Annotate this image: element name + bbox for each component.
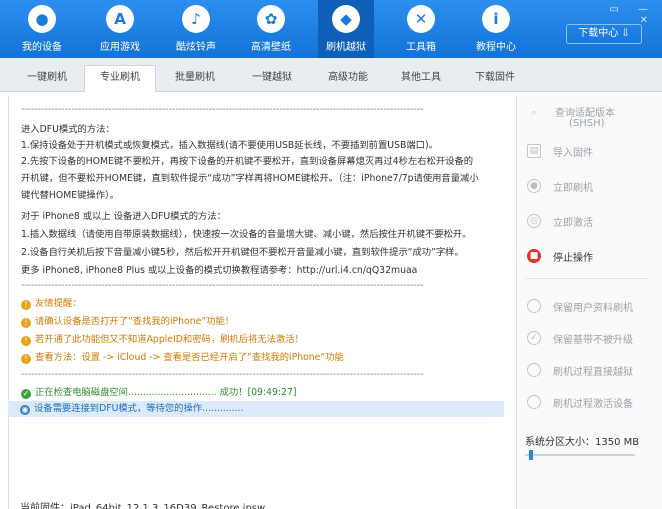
tip-text: 若开通了此功能但又不知道AppleID和密码，刷机后将无法激活！ [35, 334, 304, 345]
info-icon: i [482, 5, 510, 33]
option-label: 刷机过程直接越狱 [553, 367, 633, 378]
nav-apps-games[interactable]: A 应用游戏 [92, 0, 148, 58]
nav-label: 工具箱 [406, 42, 436, 53]
app-store-icon: A [106, 5, 134, 33]
current-firmware-label: 当前固件：iPad_64bit_12.1.3_16D39_Restore.ips… [20, 503, 266, 509]
flash-icon: ● [527, 179, 541, 193]
radio-icon [527, 395, 541, 409]
option-label: 保留用户资料刷机 [553, 303, 633, 314]
import-icon: ▤ [527, 144, 541, 158]
log-line: 开机键，但不要松开HOME键，直到软件提示“成功”字样再将HOME键松开。（注：… [21, 173, 479, 184]
nav-label: 应用游戏 [100, 42, 140, 53]
log-line: 1.插入数据线（请使用自带原装数据线），快速按一次设备的音量增大键、减小键，然后… [21, 229, 472, 240]
tip-text: 请确认设备是否打开了“查找我的iPhone”功能！ [35, 316, 235, 327]
option-keep-user-data[interactable]: 保留用户资料刷机 [525, 294, 657, 318]
nav-toolbox[interactable]: ✕ 工具箱 [393, 0, 449, 58]
flower-icon: ✿ [257, 5, 285, 33]
status-line-info: ◉ 设备需要连接到DFU模式，等待您的操作.............. [20, 403, 500, 415]
log-line: 更多 iPhone8, iPhone8 Plus 或以上设备的模式切换教程请参考… [21, 265, 418, 276]
tab-advanced[interactable]: 高级功能 [312, 66, 384, 92]
tip-text: 查看方法：设置 -> iCloud -> 查看是否已经开启了“查找我的iPhon… [35, 352, 344, 363]
top-navigation-bar: ● 我的设备 A 应用游戏 ♪ 酷炫铃声 ✿ 高清壁纸 ◆ 刷机越狱 ✕ 工具箱… [0, 0, 662, 58]
warning-icon: ! [21, 318, 31, 328]
tab-download-firmware[interactable]: 下载固件 [462, 66, 528, 92]
nav-label: 刷机越狱 [326, 42, 366, 53]
activate-icon: ◎ [527, 214, 541, 228]
log-line: 对于 iPhone8 或以上 设备进入DFU模式的方法： [21, 211, 226, 222]
import-firmware-label: 导入固件 [553, 148, 593, 159]
separator-line: ----------------------------------------… [21, 369, 424, 380]
tip-line: ! 友情提醒： [21, 298, 509, 310]
separator-line: ----------------------------------------… [21, 104, 424, 115]
tab-other-tools[interactable]: 其他工具 [388, 66, 454, 92]
tip-line: ! 查看方法：设置 -> iCloud -> 查看是否已经开启了“查找我的iPho… [21, 352, 509, 364]
nav-label: 我的设备 [22, 42, 62, 53]
nav-label: 酷炫铃声 [176, 42, 216, 53]
nav-wallpapers[interactable]: ✿ 高清壁纸 [243, 0, 299, 58]
warning-icon: ! [21, 336, 31, 346]
stop-button[interactable]: ■ 停止操作 [525, 244, 657, 268]
nav-label: 高清壁纸 [251, 42, 291, 53]
tip-line: ! 若开通了此功能但又不知道AppleID和密码，刷机后将无法激活！ [21, 334, 509, 346]
tab-one-click-jailbreak[interactable]: 一键越狱 [236, 66, 308, 92]
tip-text: 友情提醒： [35, 298, 82, 309]
slider-track [525, 454, 635, 456]
query-shsh-sublabel: (SHSH) [569, 118, 605, 129]
dropbox-icon: ◆ [332, 5, 360, 33]
tab-bar: 一键刷机 专业刷机 批量刷机 一键越狱 高级功能 其他工具 下载固件 [0, 58, 662, 93]
stop-icon: ■ [527, 249, 541, 263]
nav-flash-jailbreak[interactable]: ◆ 刷机越狱 [318, 0, 374, 58]
option-activate-during-flash[interactable]: 刷机过程激活设备 [525, 390, 657, 414]
divider [525, 278, 649, 279]
partition-size-slider[interactable] [525, 450, 635, 460]
bell-icon: ♪ [182, 5, 210, 33]
query-shsh-button[interactable]: ⌕ 查询适配版本 (SHSH) [525, 102, 657, 132]
status-text: 正在检查电脑磁盘空间..............................… [35, 387, 297, 398]
log-line: 2.设备自行关机后按下音量减小键5秒，然后松开开机键但不要松开音量减小键，直到软… [21, 247, 464, 258]
import-firmware-button[interactable]: ▤ 导入固件 [525, 139, 657, 163]
apple-icon: ● [28, 5, 56, 33]
search-icon: ⌕ [531, 108, 537, 118]
activate-now-button[interactable]: ◎ 立即激活 [525, 209, 657, 233]
status-text: 设备需要连接到DFU模式，等待您的操作.............. [34, 403, 244, 414]
activate-now-label: 立即激活 [553, 218, 593, 229]
tools-icon: ✕ [407, 5, 435, 33]
status-line-ok: ✓ 正在检查电脑磁盘空间.............................… [21, 387, 509, 399]
tab-pro-flash[interactable]: 专业刷机 [84, 65, 156, 93]
log-line: 键代替HOME键操作）。 [21, 190, 119, 201]
query-shsh-label: 查询适配版本 [555, 108, 615, 119]
action-sidebar: ⌕ 查询适配版本 (SHSH) ▤ 导入固件 ● 立即刷机 ◎ 立即激活 ■ 停… [516, 96, 662, 509]
tab-one-click-flash[interactable]: 一键刷机 [14, 66, 80, 92]
nav-label: 教程中心 [476, 42, 516, 53]
option-label: 刷机过程激活设备 [553, 399, 633, 410]
window-controls[interactable]: ▭ — ✕ [596, 4, 656, 26]
flash-now-label: 立即刷机 [553, 183, 593, 194]
nav-ringtones[interactable]: ♪ 酷炫铃声 [168, 0, 224, 58]
nav-my-device[interactable]: ● 我的设备 [14, 0, 70, 58]
radio-icon [527, 363, 541, 377]
tab-batch-flash[interactable]: 批量刷机 [160, 66, 230, 92]
option-keep-baseband[interactable]: ✓ 保留基带不被升级 [525, 326, 657, 350]
stop-label: 停止操作 [553, 253, 593, 264]
tip-line: ! 请确认设备是否打开了“查找我的iPhone”功能！ [21, 316, 509, 328]
radio-icon [527, 299, 541, 313]
option-label: 保留基带不被升级 [553, 335, 633, 346]
download-center-button[interactable]: 下载中心 ⇩ [566, 24, 642, 44]
separator-line: ----------------------------------------… [21, 280, 424, 291]
nav-tutorial-center[interactable]: i 教程中心 [468, 0, 524, 58]
warning-icon: ! [21, 300, 31, 310]
slider-knob[interactable] [529, 450, 533, 460]
option-jailbreak-during-flash[interactable]: 刷机过程直接越狱 [525, 358, 657, 382]
system-partition-size: 系统分区大小：1350 MB [525, 437, 640, 448]
flash-now-button[interactable]: ● 立即刷机 [525, 174, 657, 198]
check-icon: ✓ [527, 331, 541, 345]
warning-icon: ! [21, 354, 31, 364]
radio-icon: ◉ [20, 405, 30, 415]
check-circle-icon: ✓ [21, 389, 31, 399]
log-line: 进入DFU模式的方法： [21, 124, 115, 135]
log-line: 1.保持设备处于开机模式或恢复模式，插入数据线(请不要使用USB延长线，不要插到… [21, 140, 438, 151]
log-line: 2.先按下设备的HOME键不要松开，再按下设备的开机键不要松开，直到设备屏幕熄灭… [21, 156, 474, 167]
log-panel[interactable]: ----------------------------------------… [8, 96, 512, 509]
